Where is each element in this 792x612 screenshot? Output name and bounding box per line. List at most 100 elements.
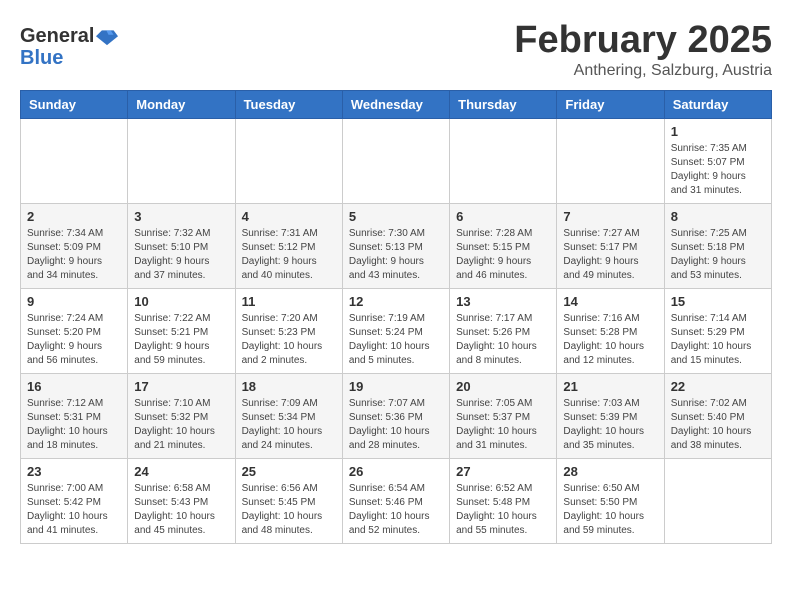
calendar-cell: 4Sunrise: 7:31 AM Sunset: 5:12 PM Daylig… (235, 203, 342, 288)
title-block: February 2025 Anthering, Salzburg, Austr… (514, 20, 772, 80)
calendar-cell (342, 118, 449, 203)
calendar-cell (235, 118, 342, 203)
logo-general-text: General (20, 25, 94, 48)
calendar-cell (557, 118, 664, 203)
calendar-cell: 25Sunrise: 6:56 AM Sunset: 5:45 PM Dayli… (235, 458, 342, 543)
day-info: Sunrise: 7:05 AM Sunset: 5:37 PM Dayligh… (456, 397, 550, 453)
calendar-cell (664, 458, 771, 543)
calendar-cell: 3Sunrise: 7:32 AM Sunset: 5:10 PM Daylig… (128, 203, 235, 288)
day-info: Sunrise: 6:50 AM Sunset: 5:50 PM Dayligh… (563, 482, 657, 538)
calendar-cell: 10 Sunrise: 7:22 AM Sunset: 5:21 PM Dayli… (128, 288, 235, 373)
calendar-cell: 11Sunrise: 7:20 AM Sunset: 5:23 PM Dayli… (235, 288, 342, 373)
day-number: 16 (27, 379, 121, 394)
day-number: 12 (349, 294, 443, 309)
calendar-cell (21, 118, 128, 203)
day-info: Sunrise: 7:07 AM Sunset: 5:36 PM Dayligh… (349, 397, 443, 453)
calendar-cell: 1 Sunrise: 7:35 AM Sunset: 5:07 PM Daylig… (664, 118, 771, 203)
day-info: Sunrise: 7:35 AM Sunset: 5:07 PM Dayligh… (671, 142, 765, 198)
day-number: 11 (242, 294, 336, 309)
day-info: Sunrise: 7:32 AM Sunset: 5:10 PM Dayligh… (134, 227, 228, 283)
day-info: Sunrise: 7:16 AM Sunset: 5:28 PM Dayligh… (563, 312, 657, 368)
calendar-cell: 14 Sunrise: 7:16 AM Sunset: 5:28 PM Dayli… (557, 288, 664, 373)
day-info: Sunrise: 7:30 AM Sunset: 5:13 PM Dayligh… (349, 227, 443, 283)
day-number: 2 (27, 209, 121, 224)
calendar-week-row: 2Sunrise: 7:34 AM Sunset: 5:09 PM Daylig… (21, 203, 772, 288)
calendar-cell: 21 Sunrise: 7:03 AM Sunset: 5:39 PM Dayli… (557, 373, 664, 458)
day-info: Sunrise: 7:12 AM Sunset: 5:31 PM Dayligh… (27, 397, 121, 453)
logo-blue-text: Blue (20, 48, 118, 68)
month-title: February 2025 (514, 20, 772, 62)
day-number: 15 (671, 294, 765, 309)
day-number: 19 (349, 379, 443, 394)
calendar-cell (128, 118, 235, 203)
day-number: 21 (563, 379, 657, 394)
calendar-week-row: 9 Sunrise: 7:24 AM Sunset: 5:20 PM Daylig… (21, 288, 772, 373)
day-number: 18 (242, 379, 336, 394)
calendar-week-row: 1 Sunrise: 7:35 AM Sunset: 5:07 PM Daylig… (21, 118, 772, 203)
weekday-header-tuesday: Tuesday (235, 90, 342, 118)
day-info: Sunrise: 6:58 AM Sunset: 5:43 PM Dayligh… (134, 482, 228, 538)
location-subtitle: Anthering, Salzburg, Austria (514, 62, 772, 80)
calendar-body: 1 Sunrise: 7:35 AM Sunset: 5:07 PM Daylig… (21, 118, 772, 543)
day-info: Sunrise: 7:09 AM Sunset: 5:34 PM Dayligh… (242, 397, 336, 453)
calendar-cell: 26Sunrise: 6:54 AM Sunset: 5:46 PM Dayli… (342, 458, 449, 543)
calendar-cell: 20 Sunrise: 7:05 AM Sunset: 5:37 PM Dayli… (450, 373, 557, 458)
calendar-cell: 5 Sunrise: 7:30 AM Sunset: 5:13 PM Daylig… (342, 203, 449, 288)
calendar-week-row: 16 Sunrise: 7:12 AM Sunset: 5:31 PM Dayli… (21, 373, 772, 458)
calendar-cell (450, 118, 557, 203)
day-number: 22 (671, 379, 765, 394)
day-info: Sunrise: 6:56 AM Sunset: 5:45 PM Dayligh… (242, 482, 336, 538)
weekday-header-row: SundayMondayTuesdayWednesdayThursdayFrid… (21, 90, 772, 118)
day-number: 1 (671, 124, 765, 139)
weekday-header-monday: Monday (128, 90, 235, 118)
calendar-cell: 17 Sunrise: 7:10 AM Sunset: 5:32 PM Dayli… (128, 373, 235, 458)
day-info: Sunrise: 7:03 AM Sunset: 5:39 PM Dayligh… (563, 397, 657, 453)
calendar-cell: 2Sunrise: 7:34 AM Sunset: 5:09 PM Daylig… (21, 203, 128, 288)
day-info: Sunrise: 7:02 AM Sunset: 5:40 PM Dayligh… (671, 397, 765, 453)
day-info: Sunrise: 7:27 AM Sunset: 5:17 PM Dayligh… (563, 227, 657, 283)
calendar-cell: 7 Sunrise: 7:27 AM Sunset: 5:17 PM Daylig… (557, 203, 664, 288)
calendar-header: SundayMondayTuesdayWednesdayThursdayFrid… (21, 90, 772, 118)
calendar-cell: 6Sunrise: 7:28 AM Sunset: 5:15 PM Daylig… (450, 203, 557, 288)
calendar-cell: 24 Sunrise: 6:58 AM Sunset: 5:43 PM Dayli… (128, 458, 235, 543)
calendar-cell: 8 Sunrise: 7:25 AM Sunset: 5:18 PM Daylig… (664, 203, 771, 288)
day-info: Sunrise: 7:24 AM Sunset: 5:20 PM Dayligh… (27, 312, 121, 368)
day-info: Sunrise: 7:19 AM Sunset: 5:24 PM Dayligh… (349, 312, 443, 368)
calendar-cell: 13 Sunrise: 7:17 AM Sunset: 5:26 PM Dayli… (450, 288, 557, 373)
day-number: 23 (27, 464, 121, 479)
day-info: Sunrise: 7:28 AM Sunset: 5:15 PM Dayligh… (456, 227, 550, 283)
day-number: 14 (563, 294, 657, 309)
calendar-cell: 9 Sunrise: 7:24 AM Sunset: 5:20 PM Daylig… (21, 288, 128, 373)
logo: General Blue (20, 25, 118, 68)
calendar-cell: 27 Sunrise: 6:52 AM Sunset: 5:48 PM Dayli… (450, 458, 557, 543)
day-info: Sunrise: 7:10 AM Sunset: 5:32 PM Dayligh… (134, 397, 228, 453)
day-number: 28 (563, 464, 657, 479)
day-number: 7 (563, 209, 657, 224)
weekday-header-sunday: Sunday (21, 90, 128, 118)
calendar-cell: 12 Sunrise: 7:19 AM Sunset: 5:24 PM Dayli… (342, 288, 449, 373)
day-number: 9 (27, 294, 121, 309)
day-info: Sunrise: 6:52 AM Sunset: 5:48 PM Dayligh… (456, 482, 550, 538)
day-number: 5 (349, 209, 443, 224)
day-info: Sunrise: 7:31 AM Sunset: 5:12 PM Dayligh… (242, 227, 336, 283)
day-number: 20 (456, 379, 550, 394)
page-header: General Blue February 2025 Anthering, Sa… (20, 20, 772, 80)
day-number: 27 (456, 464, 550, 479)
day-info: Sunrise: 7:14 AM Sunset: 5:29 PM Dayligh… (671, 312, 765, 368)
day-info: Sunrise: 7:00 AM Sunset: 5:42 PM Dayligh… (27, 482, 121, 538)
day-number: 8 (671, 209, 765, 224)
day-info: Sunrise: 7:25 AM Sunset: 5:18 PM Dayligh… (671, 227, 765, 283)
calendar-cell: 22 Sunrise: 7:02 AM Sunset: 5:40 PM Dayli… (664, 373, 771, 458)
calendar-cell: 23 Sunrise: 7:00 AM Sunset: 5:42 PM Dayli… (21, 458, 128, 543)
day-number: 24 (134, 464, 228, 479)
weekday-header-saturday: Saturday (664, 90, 771, 118)
day-number: 10 (134, 294, 228, 309)
day-number: 17 (134, 379, 228, 394)
day-number: 13 (456, 294, 550, 309)
day-number: 26 (349, 464, 443, 479)
calendar-cell: 18 Sunrise: 7:09 AM Sunset: 5:34 PM Dayli… (235, 373, 342, 458)
weekday-header-friday: Friday (557, 90, 664, 118)
day-info: Sunrise: 7:22 AM Sunset: 5:21 PM Dayligh… (134, 312, 228, 368)
weekday-header-wednesday: Wednesday (342, 90, 449, 118)
day-info: Sunrise: 7:17 AM Sunset: 5:26 PM Dayligh… (456, 312, 550, 368)
